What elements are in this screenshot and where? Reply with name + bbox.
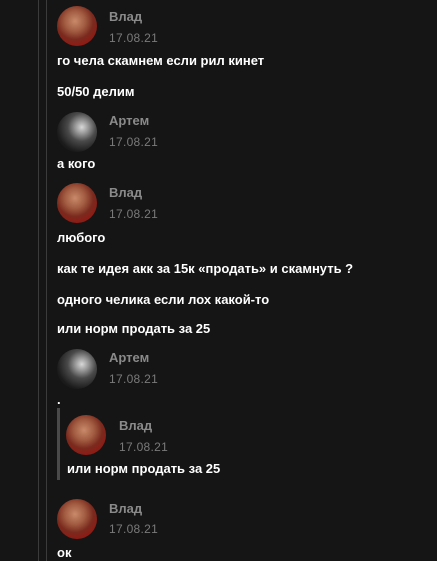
author-name[interactable]: Артем (109, 113, 149, 128)
author-name[interactable]: Влад (109, 501, 142, 516)
avatar[interactable] (57, 183, 97, 223)
message-date: 17.08.21 (119, 440, 169, 454)
thread-line-inner (46, 0, 47, 561)
author-name[interactable]: Влад (109, 9, 142, 24)
message-date: 17.08.21 (109, 372, 159, 386)
author-name[interactable]: Артем (109, 350, 149, 365)
avatar[interactable] (57, 112, 97, 152)
message-text: а кого (57, 156, 96, 171)
author-name[interactable]: Влад (109, 185, 142, 200)
message-text: ок (57, 545, 72, 560)
avatar[interactable] (66, 415, 106, 455)
message-date: 17.08.21 (109, 207, 159, 221)
message-text: или норм продать за 25 (57, 321, 211, 336)
message-text: как те идея акк за 15к «продать» и скамн… (57, 261, 354, 276)
avatar[interactable] (57, 6, 97, 46)
avatar[interactable] (57, 499, 97, 539)
quoted-message-text: или норм продать за 25 (67, 461, 221, 476)
message-date: 17.08.21 (109, 522, 159, 536)
author-name[interactable]: Влад (119, 418, 152, 433)
quote-bar (57, 408, 60, 480)
thread-line-outer (38, 0, 39, 561)
avatar[interactable] (57, 349, 97, 389)
message-text: одного челика если лох какой-то (57, 292, 270, 307)
message-text: . (57, 392, 61, 407)
message-text: го чела скамнем если рил кинет (57, 53, 265, 68)
message-date: 17.08.21 (109, 135, 159, 149)
message-text: 50/50 делим (57, 84, 135, 99)
message-date: 17.08.21 (109, 31, 159, 45)
message-text: любого (57, 230, 106, 245)
